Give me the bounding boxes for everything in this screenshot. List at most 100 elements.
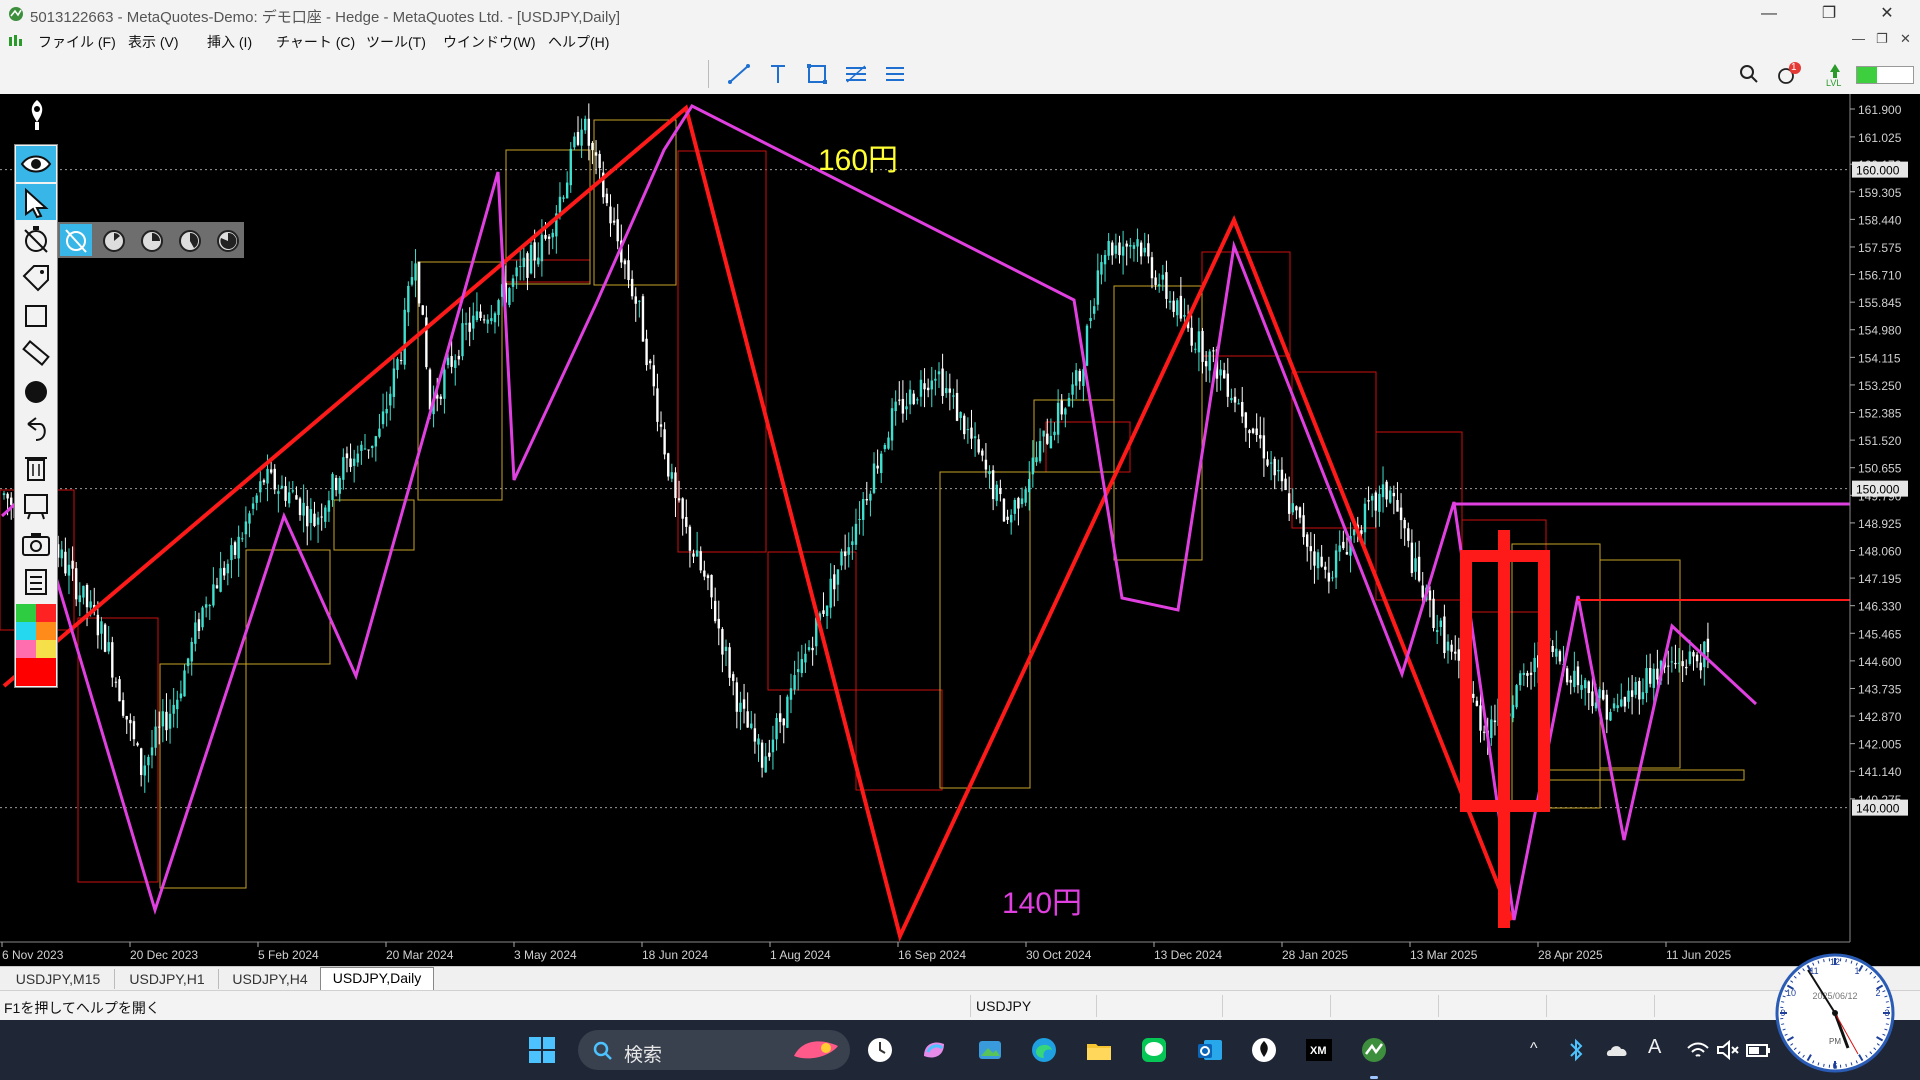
undo-icon[interactable] [16, 412, 56, 448]
taskbar-search[interactable]: 検索 [578, 1030, 850, 1070]
candle-body [1609, 711, 1612, 721]
selected-color[interactable] [16, 658, 56, 686]
battery-icon[interactable] [1744, 1036, 1772, 1064]
candle-body [1020, 498, 1024, 505]
menu-chart[interactable]: チャート (C) [276, 32, 355, 52]
xm-trading-icon[interactable]: XM [1305, 1036, 1333, 1064]
clock-app-icon[interactable] [866, 1036, 894, 1064]
timer-4-icon[interactable] [212, 224, 244, 256]
color-swatch-orange[interactable] [36, 622, 56, 640]
menu-help[interactable]: ヘルプ(H) [548, 32, 609, 52]
list-icon[interactable] [16, 564, 56, 600]
candle-body [1244, 412, 1248, 428]
candle-body [1688, 651, 1692, 664]
timer-off-icon[interactable] [60, 224, 92, 256]
eye-tool[interactable] [16, 146, 56, 182]
candle-body [1602, 690, 1605, 700]
search-icon[interactable] [1734, 60, 1764, 88]
chevron-up-icon[interactable]: ^ [1530, 1040, 1538, 1058]
color-swatch-green[interactable] [16, 604, 36, 622]
tab-usdjpy-daily[interactable]: USDJPY,Daily [320, 967, 434, 991]
color-swatch-cyan[interactable] [16, 622, 36, 640]
bluetooth-icon[interactable] [1566, 1036, 1586, 1064]
candle-body [251, 503, 255, 509]
pen-tool-app-icon[interactable] [1250, 1036, 1278, 1064]
clock-tick [1781, 1023, 1785, 1025]
rectangle-icon[interactable] [16, 298, 56, 334]
mdi-restore-button[interactable]: ❐ [1876, 31, 1888, 47]
ruler-icon[interactable] [16, 336, 56, 372]
text-tool-icon[interactable] [763, 60, 793, 88]
camera-icon[interactable] [16, 526, 56, 562]
timer-icon[interactable] [16, 222, 56, 258]
pen-icon[interactable] [22, 98, 52, 132]
timer-3-icon[interactable] [174, 224, 206, 256]
chart-canvas[interactable]: 161.900161.025160.170159.305158.440157.5… [0, 94, 1920, 966]
candle-body [1428, 590, 1432, 601]
trash-icon[interactable] [16, 450, 56, 486]
menu-insert[interactable]: 挿入 (I) [207, 32, 252, 52]
candle-body [1515, 685, 1518, 708]
timer-1-icon[interactable] [98, 224, 130, 256]
candle-body [1284, 478, 1287, 491]
price-tick-label: 150.655 [1858, 462, 1902, 476]
chart-tabs: USDJPY,M15 USDJPY,H1 USDJPY,H4 USDJPY,Da… [0, 966, 1920, 991]
tab-usdjpy-h1[interactable]: USDJPY,H1 [116, 969, 219, 989]
candle-body [324, 507, 327, 522]
candle-body [981, 450, 984, 456]
chart-icon[interactable] [16, 488, 56, 524]
metatrader-icon[interactable] [1360, 1036, 1388, 1064]
timer-2-icon[interactable] [136, 224, 168, 256]
candle-body [930, 380, 933, 390]
candle-body [1064, 408, 1067, 415]
color-swatch-red[interactable] [36, 604, 56, 622]
menu-window[interactable]: ウインドウ(W) [443, 32, 536, 52]
price-chart[interactable]: 161.900161.025160.170159.305158.440157.5… [0, 94, 1920, 966]
photos-app-icon[interactable] [976, 1036, 1004, 1064]
color-swatch-pink[interactable] [16, 640, 36, 658]
windows-start-icon[interactable] [528, 1036, 556, 1064]
mdi-close-button[interactable]: ✕ [1900, 31, 1911, 47]
candle-body [472, 315, 475, 329]
candle-body [1598, 689, 1601, 699]
ime-mode-icon[interactable]: A [1648, 1036, 1661, 1059]
candle-body [1074, 370, 1078, 386]
dot-icon[interactable] [16, 374, 56, 410]
lines-menu-icon[interactable] [880, 60, 910, 88]
tag-icon[interactable] [16, 260, 56, 296]
candle-body [1067, 397, 1071, 407]
copilot-icon[interactable] [920, 1036, 948, 1064]
cursor-tool[interactable] [16, 184, 56, 220]
minimize-button[interactable]: — [1746, 0, 1792, 28]
candle-body [829, 578, 832, 608]
clock-tick [1845, 1063, 1847, 1067]
date-tick-label: 28 Jan 2025 [1282, 948, 1348, 962]
chart-bars-icon[interactable] [8, 34, 24, 48]
wifi-icon[interactable] [1684, 1036, 1712, 1064]
fibonacci-tool-icon[interactable] [841, 60, 871, 88]
onedrive-icon[interactable] [1604, 1036, 1632, 1064]
speaker-muted-icon[interactable] [1714, 1036, 1742, 1064]
notifications-icon[interactable] [1774, 60, 1804, 88]
outlook-icon[interactable] [1196, 1036, 1224, 1064]
candle-body [1439, 620, 1442, 627]
candle-body [67, 564, 71, 576]
mdi-minimize-button[interactable]: — [1852, 31, 1865, 46]
menu-view[interactable]: 表示 (V) [128, 32, 179, 52]
edge-browser-icon[interactable] [1030, 1036, 1058, 1064]
trendline-tool-icon[interactable] [724, 60, 754, 88]
candle-body [125, 716, 128, 720]
range-box-red [77, 617, 159, 883]
menu-tools[interactable]: ツール(T) [366, 32, 426, 52]
color-swatch-yellow[interactable] [36, 640, 56, 658]
shapes-tool-icon[interactable] [802, 60, 832, 88]
maximize-button[interactable]: ❐ [1806, 0, 1852, 28]
file-explorer-icon[interactable] [1085, 1036, 1113, 1064]
close-button[interactable]: ✕ [1864, 0, 1910, 28]
line-app-icon[interactable] [1140, 1036, 1168, 1064]
menu-file[interactable]: ファイル (F) [38, 32, 116, 52]
tab-usdjpy-h4[interactable]: USDJPY,H4 [220, 969, 321, 989]
candle-body [64, 551, 67, 574]
tab-usdjpy-m15[interactable]: USDJPY,M15 [2, 969, 115, 989]
candle-body [1573, 670, 1576, 688]
